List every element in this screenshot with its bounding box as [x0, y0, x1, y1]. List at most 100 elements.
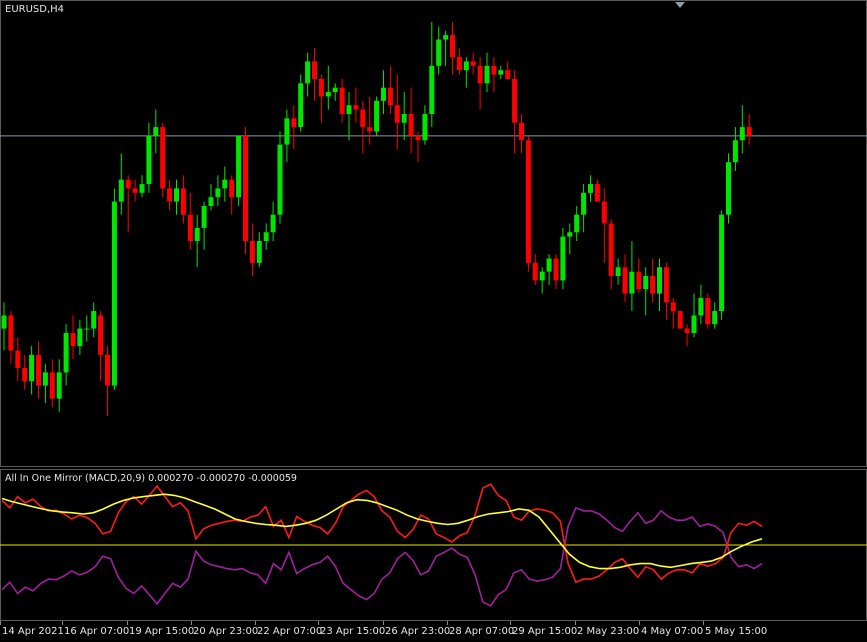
candle[interactable] — [532, 254, 538, 285]
candle[interactable] — [22, 354, 28, 390]
candle[interactable] — [332, 83, 338, 101]
candle[interactable] — [277, 131, 283, 224]
candle[interactable] — [456, 48, 462, 75]
candle[interactable] — [553, 254, 559, 290]
candle[interactable] — [312, 48, 317, 101]
candle[interactable] — [84, 315, 90, 342]
candle[interactable] — [1, 302, 7, 351]
candle[interactable] — [167, 179, 173, 211]
price-chart[interactable] — [0, 0, 867, 467]
candle[interactable] — [360, 100, 366, 154]
candle[interactable] — [684, 324, 690, 347]
candle[interactable] — [415, 131, 421, 163]
candle[interactable] — [187, 192, 193, 250]
candle[interactable] — [525, 135, 531, 272]
candle[interactable] — [98, 311, 104, 382]
candle[interactable] — [105, 346, 110, 417]
candle[interactable] — [698, 284, 704, 325]
candle[interactable] — [443, 30, 449, 66]
candle[interactable] — [546, 254, 552, 285]
candle[interactable] — [298, 74, 304, 132]
candle[interactable] — [77, 319, 83, 355]
candle[interactable] — [353, 87, 359, 123]
candle[interactable] — [243, 127, 248, 255]
candle[interactable] — [118, 153, 124, 215]
candle[interactable] — [381, 70, 386, 114]
candle[interactable] — [284, 109, 290, 163]
candle[interactable] — [732, 127, 738, 171]
candle[interactable] — [408, 87, 414, 154]
candle[interactable] — [436, 26, 442, 75]
candle[interactable] — [339, 78, 345, 123]
candle[interactable] — [249, 223, 255, 277]
candle[interactable] — [608, 219, 614, 290]
candle[interactable] — [726, 153, 731, 224]
candle[interactable] — [236, 135, 242, 206]
candle[interactable] — [374, 96, 380, 136]
candle[interactable] — [429, 22, 435, 128]
candle[interactable] — [746, 113, 752, 145]
candle[interactable] — [470, 52, 476, 75]
candle[interactable] — [263, 223, 269, 250]
candle[interactable] — [484, 52, 490, 93]
candle[interactable] — [629, 241, 635, 312]
candle[interactable] — [622, 254, 628, 303]
candle[interactable] — [270, 201, 276, 241]
candle[interactable] — [512, 70, 518, 154]
candle[interactable] — [125, 175, 131, 233]
candle[interactable] — [201, 201, 207, 250]
candle[interactable] — [663, 262, 669, 320]
candle[interactable] — [42, 363, 48, 404]
candle[interactable] — [367, 96, 373, 145]
candle[interactable] — [574, 205, 580, 241]
shift-marker-icon[interactable] — [675, 2, 685, 8]
candle[interactable] — [491, 57, 497, 93]
candle[interactable] — [318, 74, 324, 123]
candle[interactable] — [111, 188, 117, 390]
candle[interactable] — [15, 337, 21, 382]
candle[interactable] — [387, 65, 393, 114]
candle[interactable] — [215, 175, 221, 206]
candle[interactable] — [539, 267, 545, 294]
candle[interactable] — [256, 232, 262, 268]
candle[interactable] — [29, 346, 35, 395]
candle[interactable] — [712, 302, 718, 329]
candle[interactable] — [222, 166, 228, 202]
candle[interactable] — [91, 302, 97, 338]
candle[interactable] — [588, 175, 593, 202]
candle[interactable] — [636, 258, 642, 294]
candle[interactable] — [601, 188, 607, 263]
candle[interactable] — [146, 122, 152, 193]
candle[interactable] — [705, 293, 711, 329]
candle[interactable] — [291, 105, 297, 150]
candle[interactable] — [422, 105, 428, 145]
candle[interactable] — [643, 267, 649, 316]
candle[interactable] — [615, 258, 621, 285]
candle[interactable] — [139, 175, 145, 198]
candle[interactable] — [160, 122, 166, 198]
candle[interactable] — [180, 175, 186, 224]
candle[interactable] — [132, 179, 138, 202]
candle[interactable] — [194, 214, 200, 268]
candle[interactable] — [477, 57, 483, 110]
candle[interactable] — [498, 65, 504, 79]
candle[interactable] — [325, 65, 331, 110]
candle[interactable] — [670, 297, 676, 329]
candle[interactable] — [394, 74, 400, 150]
candle[interactable] — [305, 52, 311, 97]
candle[interactable] — [346, 92, 352, 141]
candle[interactable] — [174, 179, 179, 215]
candle[interactable] — [677, 311, 683, 329]
candle[interactable] — [560, 227, 566, 290]
candle[interactable] — [401, 92, 407, 141]
candle[interactable] — [581, 184, 587, 233]
candle[interactable] — [739, 105, 745, 154]
candle[interactable] — [650, 258, 656, 303]
candle[interactable] — [229, 175, 235, 215]
candle[interactable] — [56, 359, 62, 412]
candle[interactable] — [719, 210, 725, 320]
candle[interactable] — [594, 179, 600, 202]
indicator-chart[interactable] — [0, 469, 867, 621]
candle[interactable] — [657, 258, 662, 312]
candle[interactable] — [691, 293, 697, 338]
